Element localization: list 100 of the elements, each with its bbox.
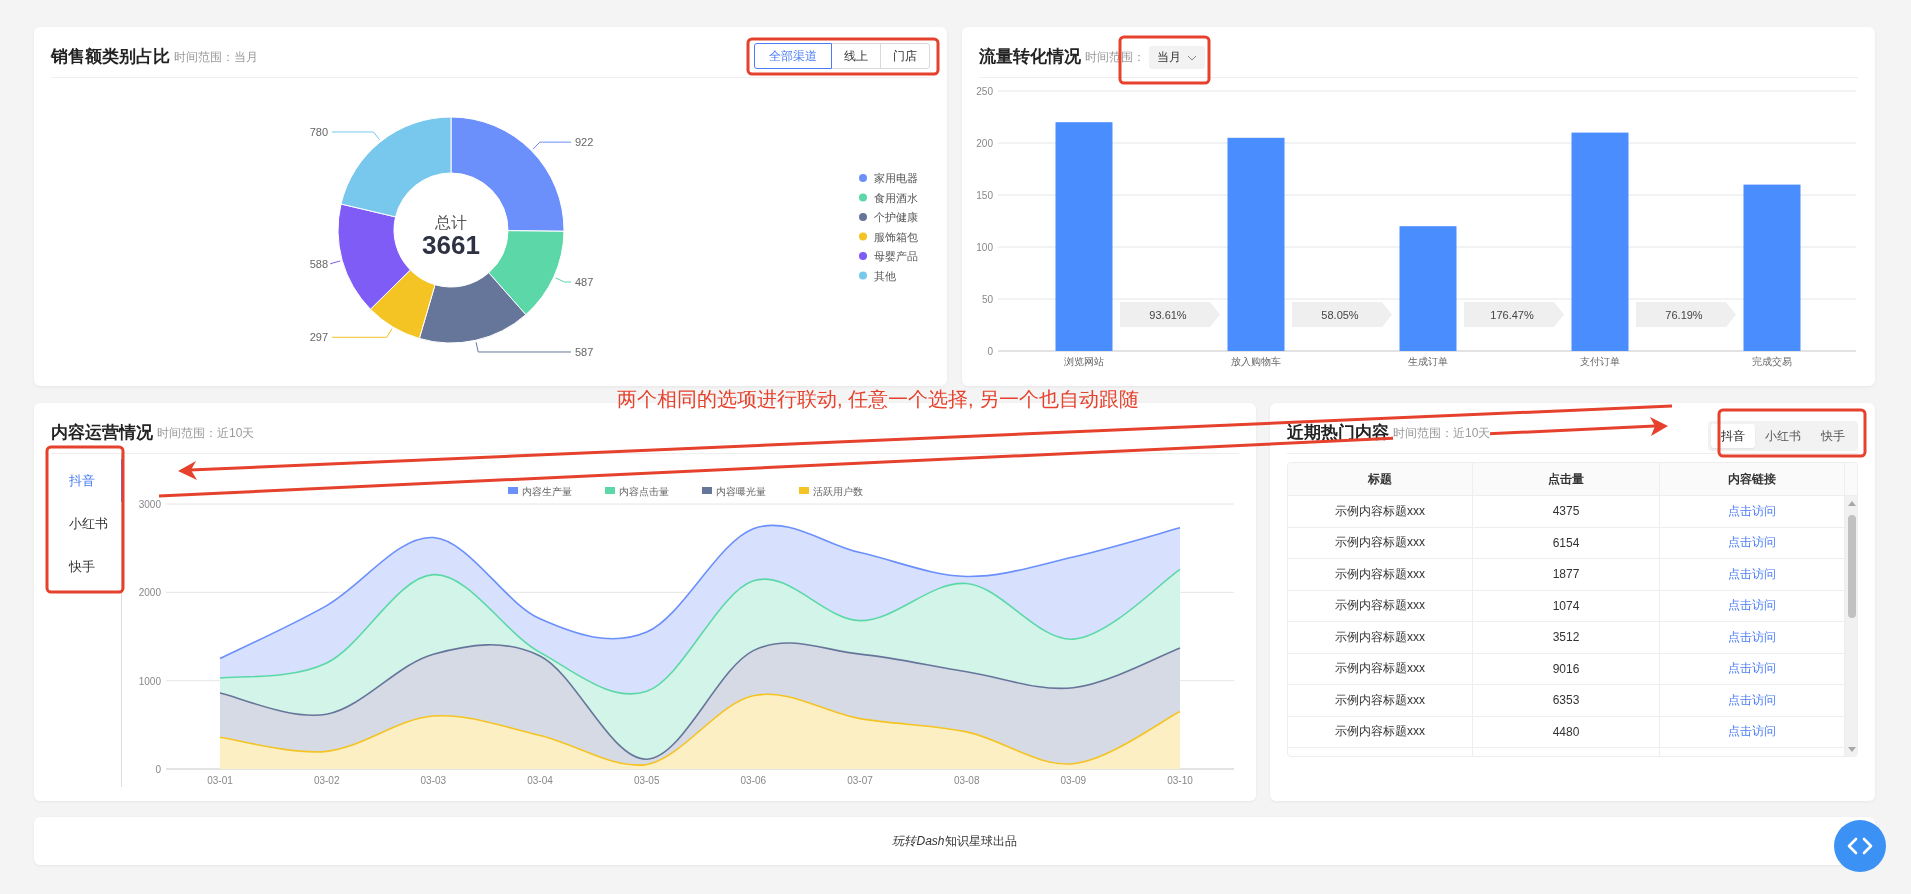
platform-tab[interactable]: 小红书 xyxy=(1755,424,1811,448)
legend-label[interactable]: 个护健康 xyxy=(874,211,918,223)
center-label: 总计 xyxy=(435,214,467,231)
axis-label: 50 xyxy=(981,294,993,305)
visit-link[interactable]: 点击访问 xyxy=(1728,565,1776,583)
data-label: 780 xyxy=(309,125,328,138)
axis-label: 0 xyxy=(987,346,993,357)
column-header: 点击量 xyxy=(1473,463,1660,495)
legend-label[interactable]: 其他 xyxy=(874,269,896,282)
axis-label: 03-03 xyxy=(420,775,447,786)
platform-tab[interactable]: 抖音 xyxy=(1711,424,1755,448)
table-cell: 4375 xyxy=(1473,496,1660,527)
annotation-text: 两个相同的选项进行联动, 任意一个选择, 另一个也自动跟随 xyxy=(617,387,1140,412)
card-subtitle: 时间范围：近10天 xyxy=(157,425,255,442)
axis-label: 03-01 xyxy=(207,775,233,786)
code-button[interactable] xyxy=(1834,820,1886,872)
axis-label: 200 xyxy=(976,138,993,149)
data-label: 588 xyxy=(309,257,328,270)
legend-label[interactable]: 内容点击量 xyxy=(619,485,669,497)
data-label: 487 xyxy=(575,276,594,289)
axis-label: 0 xyxy=(155,764,161,775)
channel-tab[interactable]: 线上 xyxy=(831,43,881,69)
chevron-down-icon xyxy=(1187,54,1197,61)
axis-label: 03-09 xyxy=(1060,775,1087,786)
leader-line xyxy=(555,277,572,283)
legend-label[interactable]: 活跃用户数 xyxy=(813,485,863,497)
visit-link[interactable]: 点击访问 xyxy=(1728,691,1776,709)
column-header: 内容链接 xyxy=(1660,463,1845,495)
data-label: 297 xyxy=(309,331,328,344)
visit-link[interactable]: 点击访问 xyxy=(1728,502,1776,520)
table-cell: 示例内容标题xxx xyxy=(1288,527,1473,558)
platform-tab[interactable]: 快手 xyxy=(1811,424,1855,448)
scrollbar-thumb[interactable] xyxy=(1848,515,1856,618)
table-cell: 1074 xyxy=(1473,590,1660,621)
leader-line xyxy=(330,260,341,265)
table-cell: 3512 xyxy=(1473,622,1660,653)
legend-label[interactable]: 服饰箱包 xyxy=(874,230,918,243)
platform-tab[interactable]: 抖音 xyxy=(51,459,123,502)
table-cell: 示例内容标题xxx xyxy=(1288,622,1473,653)
card-subtitle: 时间范围：当月 xyxy=(174,49,258,66)
legend-label[interactable]: 内容生产量 xyxy=(522,485,572,497)
conversion-rate: 58.05% xyxy=(1321,308,1359,321)
table-cell: 1877 xyxy=(1473,559,1660,590)
card-subtitle: 时间范围：近10天 xyxy=(1393,425,1491,442)
card-title: 销售额类别占比 xyxy=(51,45,170,68)
data-label: 587 xyxy=(575,346,594,358)
table-cell: 9016 xyxy=(1473,653,1660,684)
axis-label: 03-04 xyxy=(527,775,553,786)
conversion-rate: 76.19% xyxy=(1665,308,1703,321)
card-title: 流量转化情况 xyxy=(979,45,1081,68)
platform-tab[interactable]: 小红书 xyxy=(51,502,123,545)
axis-label: 生成订单 xyxy=(1408,356,1448,367)
axis-label: 支付订单 xyxy=(1580,356,1620,367)
table-cell: 示例内容标题xxx xyxy=(1288,559,1473,590)
scrollbar[interactable] xyxy=(1845,496,1857,756)
legend-label[interactable]: 食用酒水 xyxy=(874,191,918,204)
legend-label[interactable]: 内容曝光量 xyxy=(716,485,766,497)
visit-link[interactable]: 点击访问 xyxy=(1728,597,1776,615)
axis-label: 250 xyxy=(976,86,993,97)
table-cell: 6154 xyxy=(1473,527,1660,558)
column-header: 标题 xyxy=(1288,463,1473,495)
axis-label: 1000 xyxy=(138,675,161,687)
axis-label: 150 xyxy=(976,190,993,201)
conversion-rate: 176.47% xyxy=(1490,308,1534,321)
channel-tab[interactable]: 门店 xyxy=(880,43,930,69)
platform-tab[interactable]: 快手 xyxy=(51,545,123,588)
axis-label: 03-10 xyxy=(1167,775,1193,786)
table-cell: 示例内容标题xxx xyxy=(1288,685,1473,716)
axis-label: 03-08 xyxy=(953,775,980,786)
axis-label: 100 xyxy=(976,242,993,253)
card-title: 内容运营情况 xyxy=(51,421,153,444)
table-cell: 示例内容标题xxx xyxy=(1288,590,1473,621)
legend-label[interactable]: 家用电器 xyxy=(874,172,918,184)
axis-label: 03-02 xyxy=(313,775,340,786)
visit-link[interactable]: 点击访问 xyxy=(1728,534,1776,552)
axis-label: 3000 xyxy=(138,499,161,510)
scroll-down-icon[interactable] xyxy=(1848,747,1856,752)
axis-label: 完成交易 xyxy=(1752,356,1792,367)
visit-link[interactable]: 点击访问 xyxy=(1728,628,1776,646)
conversion-rate: 93.61% xyxy=(1149,308,1187,321)
table-cell: 示例内容标题xxx xyxy=(1288,496,1473,527)
data-label: 922 xyxy=(575,136,594,149)
visit-link[interactable]: 点击访问 xyxy=(1728,723,1776,741)
center-value: 3661 xyxy=(422,230,480,260)
table-cell: 6353 xyxy=(1473,685,1660,716)
legend-label[interactable]: 母婴产品 xyxy=(874,250,918,262)
visit-link[interactable]: 点击访问 xyxy=(1728,660,1776,678)
leader-line xyxy=(532,141,572,150)
period-select[interactable]: 当月 xyxy=(1149,46,1205,69)
channel-tab[interactable]: 全部渠道 xyxy=(754,43,832,69)
code-icon xyxy=(1847,837,1873,855)
leader-line xyxy=(331,328,393,338)
table-cell: 4480 xyxy=(1473,716,1660,747)
axis-label: 03-07 xyxy=(847,775,873,786)
axis-label: 放入购物车 xyxy=(1231,356,1281,367)
scroll-up-icon[interactable] xyxy=(1848,501,1856,506)
axis-label: 03-05 xyxy=(633,775,660,786)
footer-text: 玩转Dash知识星球出品 xyxy=(892,832,1017,850)
table-cell: 示例内容标题xxx xyxy=(1288,716,1473,747)
axis-label: 2000 xyxy=(138,587,161,599)
